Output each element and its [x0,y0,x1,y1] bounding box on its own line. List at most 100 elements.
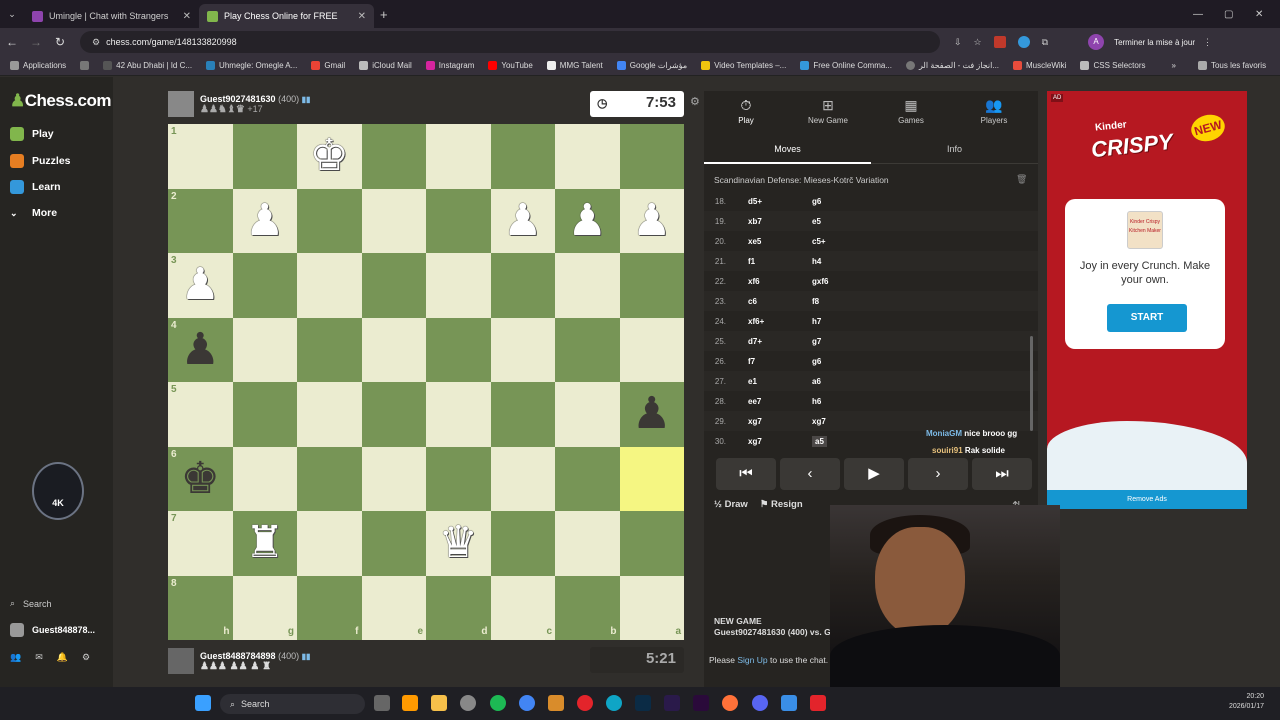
profile-avatar[interactable]: A [1088,34,1105,50]
white-move[interactable]: d5+ [748,197,762,206]
black-pawn-icon[interactable]: ♟ [632,389,671,438]
square[interactable] [361,317,426,382]
white-move[interactable]: xg7 [748,417,762,426]
square[interactable] [426,446,491,511]
after-effects-icon[interactable] [664,695,680,711]
square[interactable] [297,317,362,382]
square[interactable] [361,124,426,189]
square[interactable]: ♟ [619,188,684,253]
square[interactable] [490,446,555,511]
black-move[interactable]: h6 [812,397,821,406]
mail-icon[interactable]: ✉ [35,652,43,663]
board-settings-icon[interactable]: ⚙ [690,95,700,108]
square[interactable] [490,124,555,189]
chrome-icon[interactable] [519,695,535,711]
white-rook-icon[interactable]: ♜ [245,518,284,567]
bell-icon[interactable]: 🔔 [57,652,68,663]
tab-info[interactable]: Info [871,136,1038,162]
white-move[interactable]: f7 [748,357,755,366]
square[interactable] [426,253,491,318]
square[interactable]: e [361,575,426,640]
new-tab-icon[interactable]: + [380,7,388,22]
black-move[interactable]: a6 [812,377,821,386]
square[interactable] [361,446,426,511]
bookmark-item[interactable]: Free Online Comma... [800,61,892,70]
square[interactable]: 1 [168,124,233,189]
square[interactable]: d [426,575,491,640]
square[interactable] [297,253,362,318]
new-game-players[interactable]: Guest9027481630 (400) vs. Gues [714,627,845,638]
white-move[interactable]: xg7 [748,437,762,446]
bookmark-item[interactable]: 42 Abu Dhabi | Id C... [103,61,192,70]
square[interactable] [490,253,555,318]
tab-play[interactable]: ⏱ Play [706,97,786,125]
play-button[interactable]: ▶ [844,458,904,490]
square[interactable] [232,317,297,382]
square[interactable] [555,511,620,576]
square[interactable] [232,382,297,447]
gear-icon[interactable]: ⚙ [82,652,90,663]
more-bookmarks-icon[interactable]: » [1172,61,1176,70]
black-move[interactable]: xg7 [812,417,826,426]
trash-icon[interactable]: 🗑 [1016,174,1027,185]
black-move[interactable]: g6 [812,357,821,366]
sidebar-item-more[interactable]: ⌄ More [10,207,57,219]
white-pawn-icon[interactable]: ♟ [245,196,284,245]
bookmark-item[interactable]: MMG Talent [546,61,603,70]
square[interactable] [555,446,620,511]
bookmark-item[interactable] [80,61,90,70]
bookmark-item[interactable]: Google مؤشرات [616,61,687,70]
square[interactable] [619,124,684,189]
square[interactable]: b [555,575,620,640]
sidebar-item-play[interactable]: Play [10,127,54,141]
square[interactable] [297,382,362,447]
black-move[interactable]: f8 [812,297,819,306]
sidebar-item-puzzles[interactable]: Puzzles [10,154,71,168]
bookmark-item[interactable]: Applications [10,61,66,70]
last-move-button[interactable]: ⏭ [972,458,1032,490]
square[interactable]: g [232,575,297,640]
white-pawn-icon[interactable]: ♟ [568,196,607,245]
tab-new-game[interactable]: ⊞ New Game [788,97,868,125]
bookmark-star-icon[interactable]: ☆ [974,37,982,48]
firefox-icon[interactable] [722,695,738,711]
square[interactable] [297,446,362,511]
chess-logo[interactable]: ♟Chess.com [10,91,111,111]
white-move[interactable]: e1 [748,377,757,386]
tab-chess[interactable]: Play Chess Online for FREE ✕ [199,4,374,28]
next-move-button[interactable]: › [908,458,968,490]
premiere-icon[interactable] [693,695,709,711]
square[interactable]: 6 ♚ [168,446,233,511]
square[interactable] [297,188,362,253]
white-move[interactable]: xf6+ [748,317,764,326]
taskbar-search[interactable]: ⌕ Search [220,694,365,714]
tab-players[interactable]: 👥 Players [954,97,1034,125]
square[interactable] [426,382,491,447]
square[interactable] [490,382,555,447]
square[interactable]: 5 [168,382,233,447]
square[interactable] [232,446,297,511]
remove-ads-button[interactable]: Remove Ads [1047,490,1247,509]
site-info-icon[interactable]: ⚙ [92,37,100,48]
square[interactable] [619,317,684,382]
file-icon[interactable] [374,695,390,711]
bookmark-item[interactable]: Instagram [425,61,474,70]
bookmark-item[interactable]: Video Templates –... [701,61,786,70]
sidebar-item-learn[interactable]: Learn [10,180,61,194]
settings-icon[interactable] [460,695,476,711]
app-icon[interactable] [548,695,564,711]
square[interactable] [232,253,297,318]
white-move[interactable]: f1 [748,257,755,266]
tab-moves[interactable]: Moves [704,136,871,164]
close-window-icon[interactable]: ✕ [1255,9,1263,20]
friends-icon[interactable]: 👥 [10,652,21,663]
back-icon[interactable]: ← [0,35,24,49]
sign-up-link[interactable]: Sign Up [737,655,767,665]
user-profile[interactable]: Guest848878... [10,623,95,637]
square[interactable]: ♟ [490,188,555,253]
square[interactable]: ♛ [426,511,491,576]
square[interactable] [555,317,620,382]
close-tab-icon[interactable]: ✕ [358,11,366,22]
scrollbar[interactable] [1030,336,1033,431]
update-button[interactable]: Terminer la mise à jour [1114,38,1195,47]
